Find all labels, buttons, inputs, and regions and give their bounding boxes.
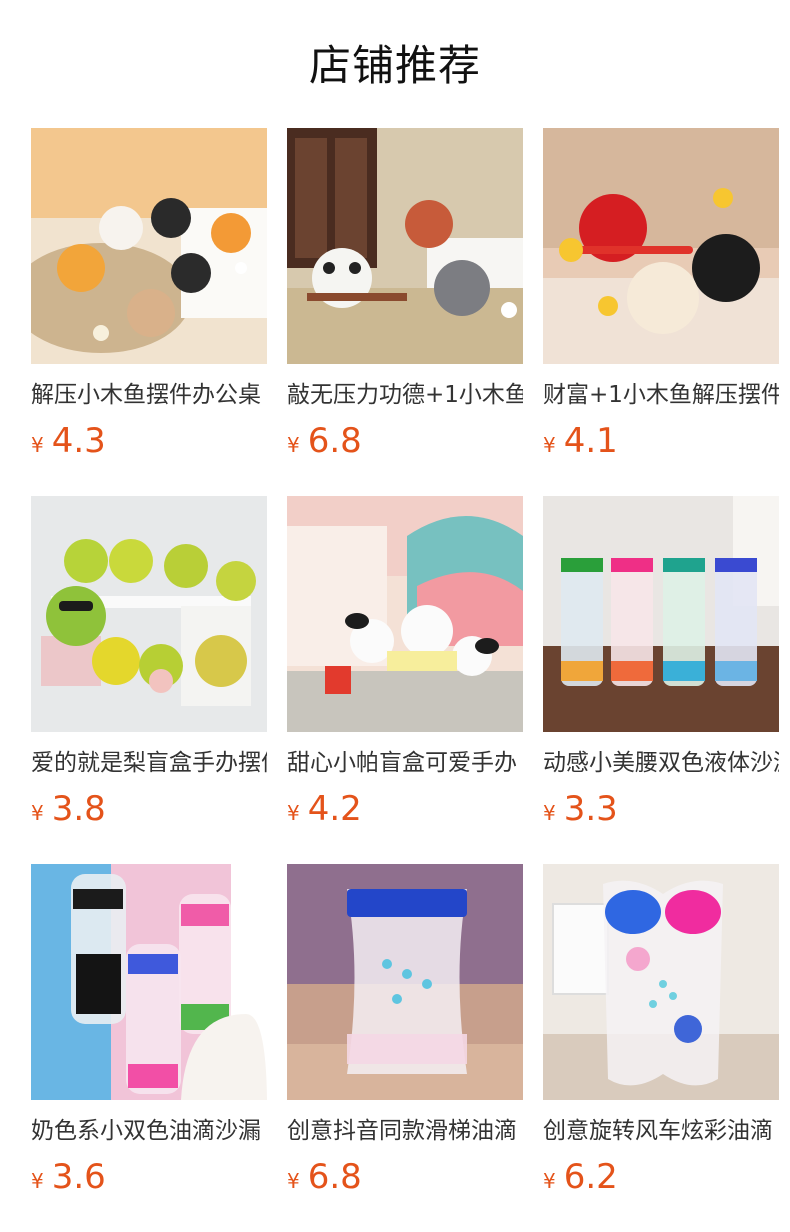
product-card[interactable]: 创意旋转风车炫彩油滴 ¥6.2 — [543, 864, 779, 1198]
product-card[interactable]: 奶色系小双色油滴沙漏 ¥3.6 — [31, 864, 267, 1198]
product-name[interactable]: 甜心小帕盲盒可爱手办 — [287, 746, 523, 780]
section-title: 店铺推荐 — [308, 41, 481, 90]
product-price: ¥3.3 — [543, 789, 618, 829]
product-name[interactable]: 爱的就是梨盲盒手办摆件 — [31, 746, 267, 780]
product-name[interactable]: 财富+1小木鱼解压摆件 — [543, 378, 779, 412]
product-name[interactable]: 敲无压力功德+1小木鱼 — [287, 378, 523, 412]
product-card[interactable]: 创意抖音同款滑梯油滴 ¥6.8 — [287, 864, 523, 1198]
product-card[interactable]: 爱的就是梨盲盒手办摆件 ¥3.8 — [31, 496, 267, 830]
product-image[interactable] — [287, 864, 523, 1100]
product-image[interactable] — [287, 128, 523, 364]
product-image[interactable] — [543, 496, 779, 732]
product-image[interactable] — [31, 496, 267, 732]
product-name[interactable]: 创意抖音同款滑梯油滴 — [287, 1114, 523, 1148]
product-image[interactable] — [543, 128, 779, 364]
product-name[interactable]: 奶色系小双色油滴沙漏 — [31, 1114, 267, 1148]
product-name[interactable]: 动感小美腰双色液体沙漏 — [543, 746, 779, 780]
product-name[interactable]: 解压小木鱼摆件办公桌 — [31, 378, 267, 412]
product-name[interactable]: 创意旋转风车炫彩油滴 — [543, 1114, 779, 1148]
product-price: ¥4.1 — [543, 421, 618, 461]
product-price: ¥3.6 — [31, 1157, 106, 1197]
product-card[interactable]: 敲无压力功德+1小木鱼 ¥6.8 — [287, 128, 523, 462]
product-image[interactable] — [543, 864, 779, 1100]
product-card[interactable]: 解压小木鱼摆件办公桌 ¥4.3 — [31, 128, 267, 462]
product-image[interactable] — [31, 864, 267, 1100]
product-card[interactable]: 甜心小帕盲盒可爱手办 ¥4.2 — [287, 496, 523, 830]
product-price: ¥6.8 — [287, 421, 362, 461]
product-price: ¥3.8 — [31, 789, 106, 829]
product-price: ¥6.2 — [543, 1157, 618, 1197]
product-card[interactable]: 动感小美腰双色液体沙漏 ¥3.3 — [543, 496, 779, 830]
product-price: ¥4.2 — [287, 789, 362, 829]
product-image[interactable] — [31, 128, 267, 364]
product-price: ¥4.3 — [31, 421, 106, 461]
product-card[interactable]: 财富+1小木鱼解压摆件 ¥4.1 — [543, 128, 779, 462]
product-price: ¥6.8 — [287, 1157, 362, 1197]
product-image[interactable] — [287, 496, 523, 732]
